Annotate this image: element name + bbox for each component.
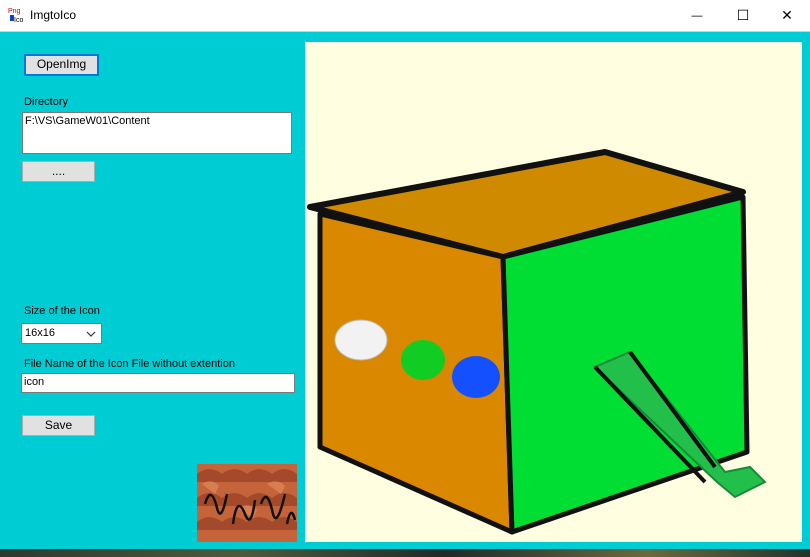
- filename-input[interactable]: icon: [21, 373, 295, 393]
- thumbnail-image: [197, 464, 297, 542]
- client-area: OpenImg Directory F:\VS\GameW01\Content …: [0, 32, 810, 557]
- app-icon-text-bottom: Ico: [14, 17, 23, 24]
- maximize-icon: ☐: [736, 7, 750, 23]
- title-bar: Png Ico ImgtoIco — ☐ ✕: [0, 0, 810, 32]
- open-image-button[interactable]: OpenImg: [24, 54, 99, 76]
- white-dot: [334, 319, 388, 361]
- app-icon-text-top: Png: [8, 8, 21, 15]
- filename-label: File Name of the Icon File without exten…: [24, 358, 235, 370]
- close-icon: ✕: [781, 7, 793, 23]
- minimize-icon: —: [691, 9, 703, 22]
- window-title: ImgtoIco: [30, 8, 77, 22]
- green-dot: [401, 340, 445, 380]
- maximize-button[interactable]: ☐: [720, 0, 766, 31]
- image-preview: [305, 42, 802, 542]
- close-button[interactable]: ✕: [764, 0, 810, 31]
- taskbar-strip: [0, 549, 810, 557]
- size-label: Size of the Icon: [24, 305, 100, 317]
- icon-size-value: 16x16: [25, 327, 55, 339]
- minimize-button[interactable]: —: [674, 0, 720, 31]
- chevron-down-icon: [84, 326, 98, 342]
- icon-size-select[interactable]: 16x16: [21, 323, 102, 344]
- blue-dot: [452, 356, 500, 398]
- app-icon: Png Ico: [8, 6, 24, 24]
- browse-button[interactable]: ....: [22, 161, 95, 182]
- directory-label: Directory: [24, 96, 69, 108]
- save-button[interactable]: Save: [22, 415, 95, 436]
- directory-field[interactable]: F:\VS\GameW01\Content: [22, 112, 292, 154]
